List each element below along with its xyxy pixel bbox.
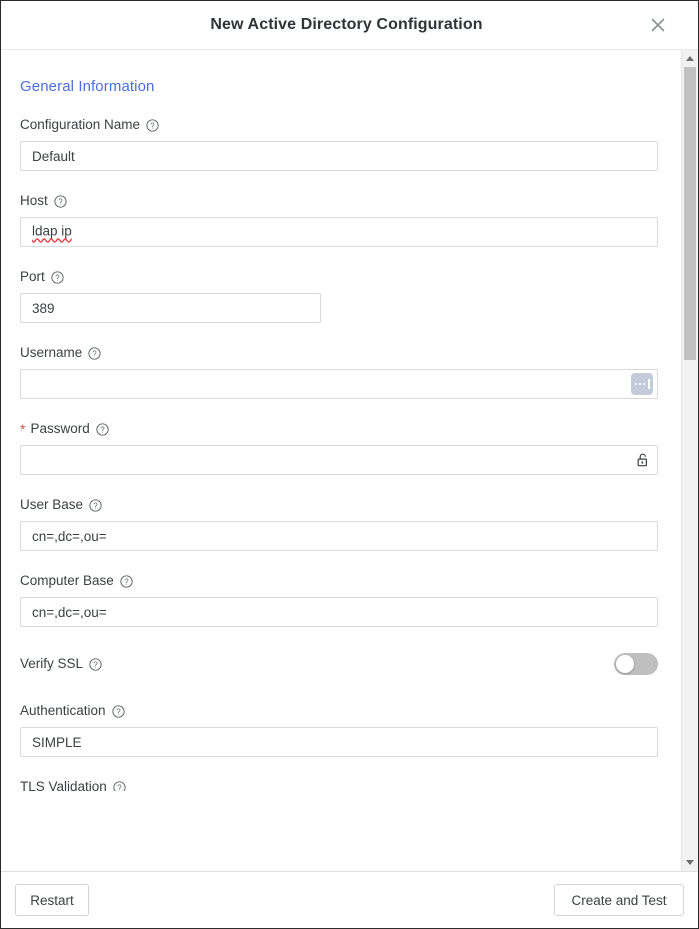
username-input[interactable] xyxy=(20,369,658,399)
field-label: * Password ? xyxy=(20,421,662,437)
help-circle-icon[interactable]: ? xyxy=(54,194,67,208)
scrollbar-thumb[interactable] xyxy=(684,67,696,360)
field-label: TLS Validation ? xyxy=(20,779,662,791)
field-label: Verify SSL ? xyxy=(20,656,102,672)
svg-text:?: ? xyxy=(124,577,129,586)
toggle-knob xyxy=(616,655,634,673)
unlock-icon[interactable] xyxy=(636,453,650,468)
port-input[interactable] xyxy=(20,293,321,323)
help-circle-icon[interactable]: ? xyxy=(89,657,102,671)
svg-text:?: ? xyxy=(150,121,155,130)
required-indicator: * xyxy=(20,420,26,437)
input-wrap xyxy=(20,521,662,551)
scroll-up-arrow-icon[interactable] xyxy=(682,50,698,67)
arrow-up-glyph xyxy=(686,56,694,61)
restart-button[interactable]: Restart xyxy=(15,884,89,916)
field-label-text: Configuration Name xyxy=(20,117,141,132)
field-label: Authentication ? xyxy=(20,703,662,719)
help-circle-icon[interactable]: ? xyxy=(51,270,64,284)
field-label-text: Password xyxy=(30,421,90,436)
arrow-down-glyph xyxy=(686,860,694,865)
configuration-name-input[interactable] xyxy=(20,141,658,171)
svg-text:?: ? xyxy=(93,349,98,358)
field-verify-ssl: Verify SSL ? xyxy=(20,653,662,675)
dialog-titlebar: New Active Directory Configuration xyxy=(1,1,698,50)
input-wrap xyxy=(20,445,662,475)
svg-text:?: ? xyxy=(58,197,63,206)
help-circle-icon[interactable]: ? xyxy=(111,704,125,718)
input-wrap xyxy=(20,727,662,757)
field-label: Configuration Name ? xyxy=(20,117,662,133)
scroll-down-arrow-icon[interactable] xyxy=(682,854,698,871)
user-base-input[interactable] xyxy=(20,521,658,551)
field-label: Port ? xyxy=(20,269,662,285)
authentication-input[interactable] xyxy=(20,727,658,757)
field-label-text: Authentication xyxy=(20,703,106,718)
svg-text:?: ? xyxy=(116,707,121,716)
input-wrap: ldap ip xyxy=(20,217,662,247)
field-label-text: Username xyxy=(20,345,83,360)
field-label-text: Computer Base xyxy=(20,573,114,588)
field-label: Computer Base ? xyxy=(20,573,662,589)
help-circle-icon[interactable]: ? xyxy=(88,346,101,360)
close-icon[interactable] xyxy=(646,13,670,37)
field-port: Port ? xyxy=(20,269,662,323)
field-label-text: Verify SSL xyxy=(20,656,84,671)
dialog-footer: Restart Create and Test xyxy=(1,871,698,928)
field-authentication: Authentication ? xyxy=(20,703,662,757)
dialog-title: New Active Directory Configuration xyxy=(210,16,483,33)
field-user-base: User Base ? xyxy=(20,497,662,551)
create-and-test-button[interactable]: Create and Test xyxy=(554,884,684,916)
field-label-text: Port xyxy=(20,269,45,284)
input-wrap xyxy=(20,141,662,171)
field-label-text: TLS Validation xyxy=(20,779,107,791)
section-title-general-information: General Information xyxy=(20,78,155,95)
field-label-text: Host xyxy=(20,193,48,208)
field-label-text: User Base xyxy=(20,497,84,512)
svg-text:?: ? xyxy=(100,425,105,434)
svg-text:?: ? xyxy=(55,273,60,282)
password-input[interactable] xyxy=(20,445,658,475)
verify-ssl-row: Verify SSL ? xyxy=(20,653,658,675)
new-ad-configuration-dialog: New Active Directory Configuration Gener… xyxy=(0,0,699,929)
form-scroll-area: General Information Configuration Name ?… xyxy=(1,50,681,871)
autofill-icon[interactable] xyxy=(631,373,653,395)
field-tls-validation: TLS Validation ? xyxy=(20,779,662,791)
svg-text:?: ? xyxy=(93,501,98,510)
field-username: Username ? xyxy=(20,345,662,399)
field-label: Username ? xyxy=(20,345,662,361)
host-input[interactable] xyxy=(20,217,658,247)
help-circle-icon[interactable]: ? xyxy=(113,780,126,791)
svg-text:?: ? xyxy=(117,783,122,791)
field-computer-base: Computer Base ? xyxy=(20,573,662,627)
computer-base-input[interactable] xyxy=(20,597,658,627)
vertical-scrollbar[interactable] xyxy=(681,50,698,871)
field-label: User Base ? xyxy=(20,497,662,513)
input-wrap xyxy=(20,293,662,323)
dialog-body: General Information Configuration Name ?… xyxy=(1,50,698,871)
svg-text:?: ? xyxy=(93,660,98,669)
field-host: Host ? ldap ip xyxy=(20,193,662,247)
help-circle-icon[interactable]: ? xyxy=(96,422,109,436)
help-circle-icon[interactable]: ? xyxy=(89,498,102,512)
help-circle-icon[interactable]: ? xyxy=(146,118,159,132)
input-wrap xyxy=(20,369,662,399)
input-wrap xyxy=(20,597,662,627)
help-circle-icon[interactable]: ? xyxy=(120,574,133,588)
verify-ssl-toggle[interactable] xyxy=(614,653,658,675)
field-configuration-name: Configuration Name ? xyxy=(20,117,662,171)
field-label: Host ? xyxy=(20,193,662,209)
field-password: * Password ? xyxy=(20,421,662,475)
